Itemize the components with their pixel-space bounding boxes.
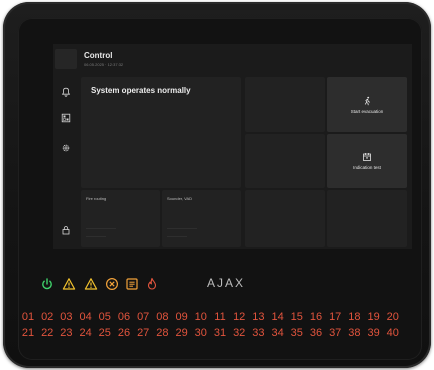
- page-title: Control: [84, 51, 113, 60]
- empty-panel[interactable]: [245, 77, 325, 132]
- zone-indicator: 14: [271, 311, 284, 323]
- zone-indicator: 28: [156, 327, 169, 339]
- zone-indicator: 26: [117, 327, 131, 339]
- sounder-panel[interactable]: Sounder, VAD: [162, 190, 241, 247]
- zone-indicator: 17: [329, 311, 342, 323]
- zone-indicator: 11: [214, 311, 226, 323]
- zone-indicator: 37: [329, 327, 342, 339]
- zone-indicator: 19: [367, 311, 380, 323]
- datetime-label: 06.05.2025 · 12:37:32: [84, 62, 124, 67]
- placeholder-line: [167, 236, 187, 237]
- zone-indicator: 22: [41, 327, 54, 339]
- fire-routing-panel[interactable]: Fire routing: [81, 190, 160, 247]
- indication-test-label: Indication test: [353, 165, 381, 170]
- zone-indicator: 30: [194, 327, 207, 339]
- zone-indicator: 36: [309, 327, 323, 339]
- zone-indicator: 29: [175, 327, 188, 339]
- start-evacuation-button[interactable]: Start evacuation: [327, 77, 407, 132]
- zone-indicator: 04: [79, 311, 92, 323]
- warning-indicator-icon: [62, 277, 76, 291]
- placeholder-line: [86, 228, 116, 229]
- zone-indicator: 12: [233, 311, 246, 323]
- zone-indicator: 20: [386, 311, 399, 323]
- zone-indicator: 15: [290, 311, 303, 323]
- lock-icon[interactable]: [58, 222, 74, 238]
- fault-indicator-icon: [105, 277, 119, 291]
- system-status: System operates normally: [91, 86, 191, 95]
- zone-indicator: 27: [137, 327, 150, 339]
- zone-indicator: 08: [156, 311, 169, 323]
- zone-indicator: 18: [348, 311, 361, 323]
- zone-indicator: 05: [98, 311, 111, 323]
- fire-indicator-icon: [145, 277, 159, 291]
- zone-indicator: 33: [252, 327, 265, 339]
- zone-indicator: 25: [98, 327, 111, 339]
- zone-indicator: 40: [386, 327, 399, 339]
- zone-indicator: 35: [290, 327, 303, 339]
- panel-icon[interactable]: [58, 110, 74, 126]
- zone-indicator: 06: [117, 311, 131, 323]
- start-evacuation-label: Start evacuation: [350, 108, 384, 114]
- indication-test-icon: [363, 153, 371, 161]
- warning-indicator-icon-2: [84, 277, 98, 291]
- status-panel[interactable]: System operates normally: [81, 77, 241, 188]
- indication-test-button[interactable]: Indication test: [327, 134, 407, 188]
- fire-routing-label: Fire routing: [86, 196, 107, 201]
- sounder-label: Sounder, VAD: [167, 196, 193, 201]
- zone-indicator: 21: [21, 327, 35, 339]
- power-indicator-icon: [40, 277, 54, 291]
- empty-panel[interactable]: [327, 190, 407, 247]
- empty-panel[interactable]: [245, 190, 325, 247]
- zone-indicator: 31: [213, 327, 227, 339]
- placeholder-line: [86, 236, 106, 237]
- zone-indicator: 34: [271, 327, 284, 339]
- placeholder-line: [167, 228, 197, 229]
- back-button[interactable]: [55, 49, 77, 69]
- zone-indicator: 07: [137, 311, 150, 323]
- zone-indicator: 10: [194, 311, 207, 323]
- zone-indicator: 02: [41, 311, 54, 323]
- zone-indicator: 32: [233, 327, 246, 339]
- zone-indicator: 24: [79, 327, 92, 339]
- zone-indicator: 23: [60, 327, 73, 339]
- zone-indicator: 01: [21, 311, 35, 323]
- zone-indicator: 16: [309, 311, 323, 323]
- brand-logo: AJAX: [207, 276, 246, 290]
- gear-icon[interactable]: [58, 140, 74, 156]
- empty-panel[interactable]: [245, 134, 325, 188]
- zone-indicator: 38: [348, 327, 361, 339]
- disabled-indicator-icon: [125, 277, 139, 291]
- touch-screen: Control 06.05.2025 · 12:37:32 System ope…: [53, 44, 412, 249]
- control-panel-device: Control 06.05.2025 · 12:37:32 System ope…: [3, 2, 431, 368]
- zone-indicator: 09: [175, 311, 188, 323]
- bell-icon[interactable]: [58, 84, 74, 100]
- zone-indicator: 39: [367, 327, 380, 339]
- zone-indicator: 03: [60, 311, 73, 323]
- zone-indicator: 13: [252, 311, 265, 323]
- left-sidebar: [53, 44, 79, 249]
- evacuation-icon: [364, 96, 371, 105]
